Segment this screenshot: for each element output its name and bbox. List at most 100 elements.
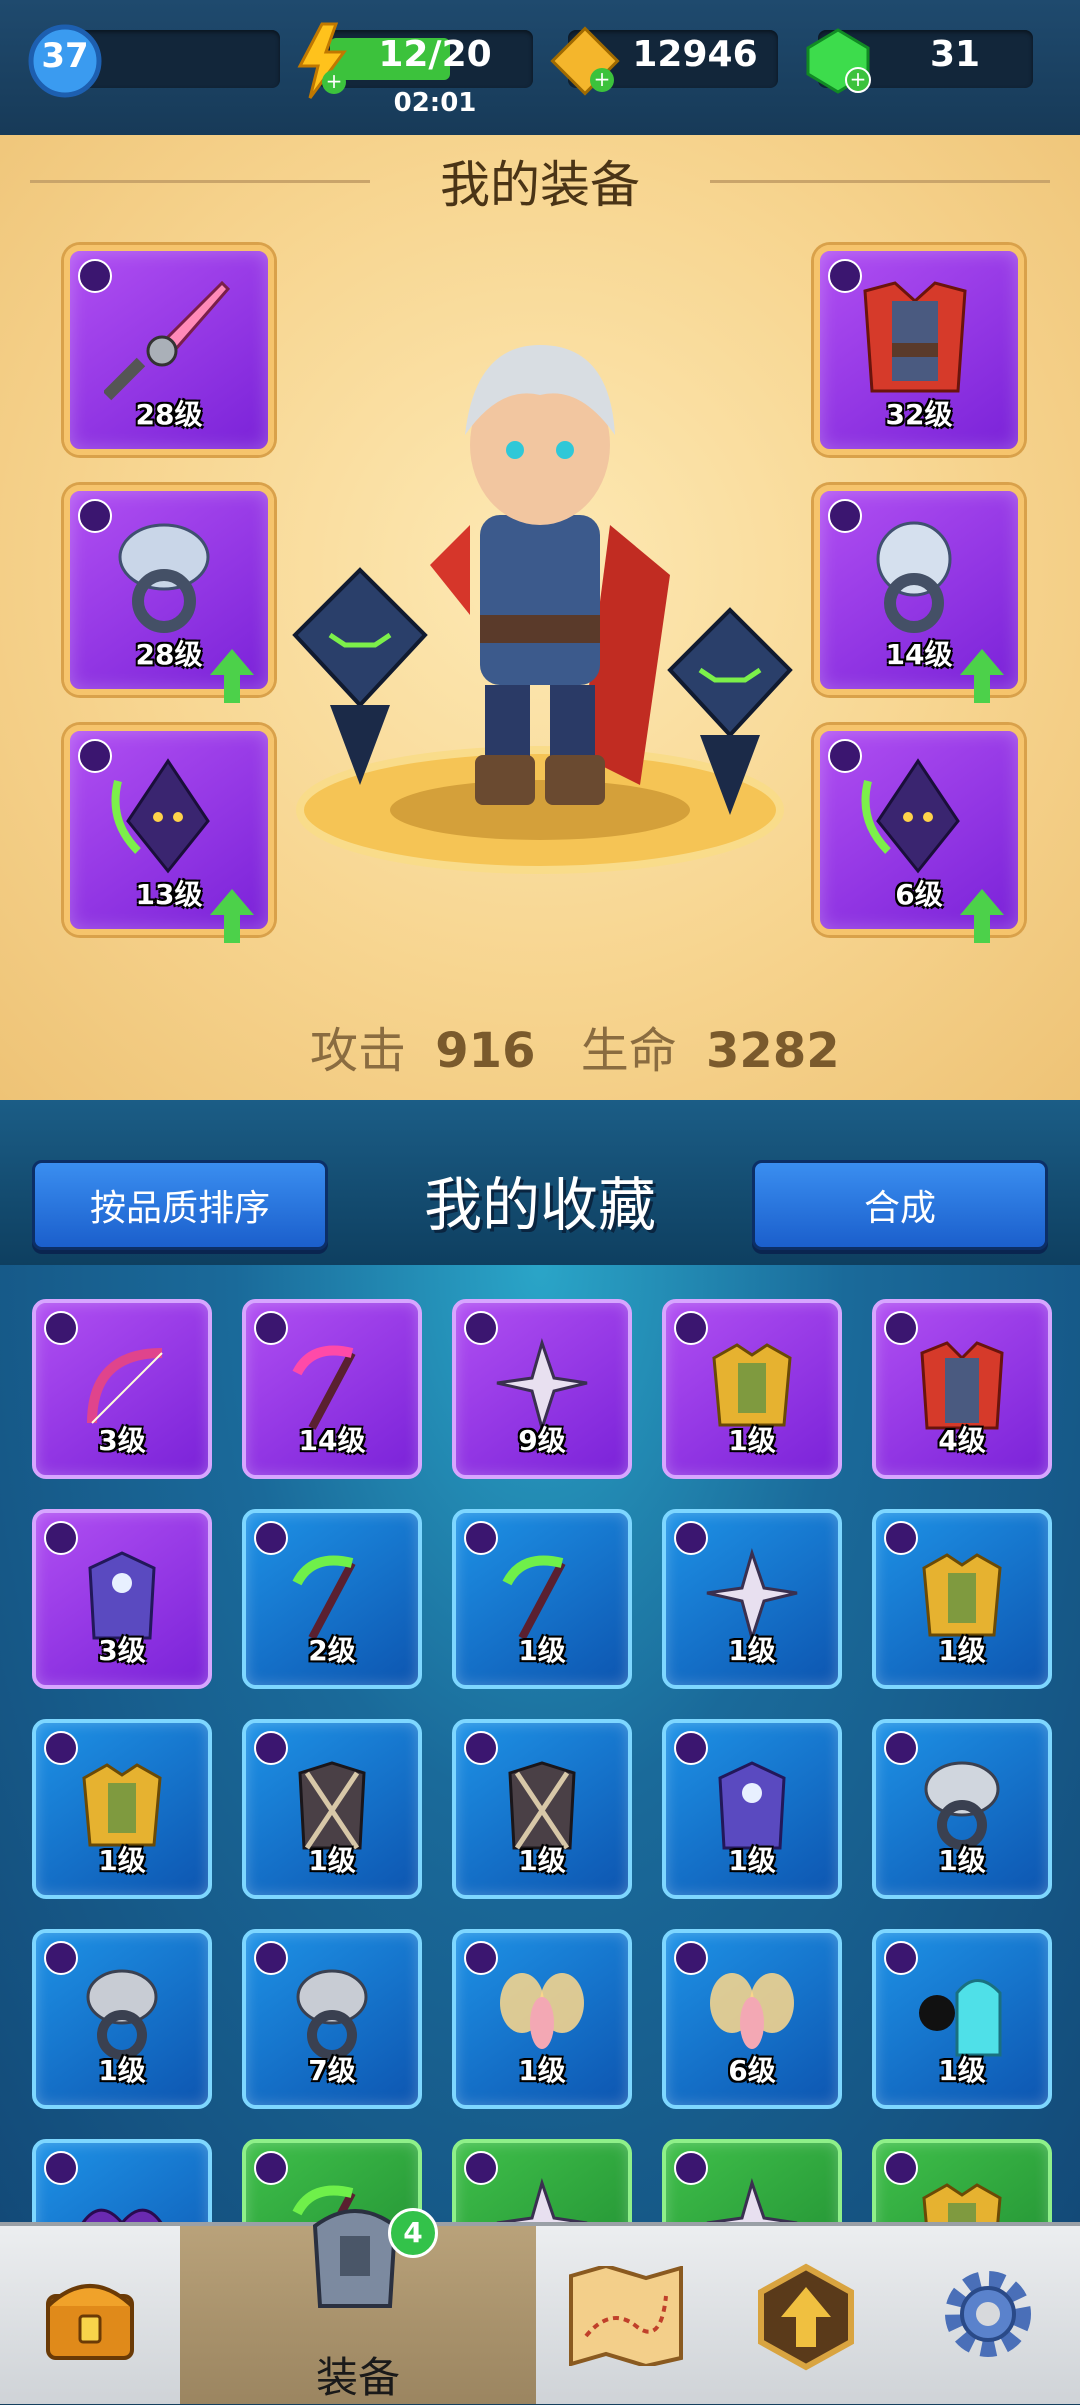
gold-armor-icon [922, 1553, 1002, 1637]
gold-coin-icon[interactable]: + [550, 26, 620, 96]
top-resource-bar: 37 + 12/20 02:01 + 12946 + 31 [0, 0, 1080, 135]
shuriken-icon [706, 1547, 798, 1643]
nav-map[interactable] [536, 2226, 719, 2404]
collection-card[interactable]: 1级 [662, 1509, 842, 1689]
collection-card[interactable]: 14级 [242, 1299, 422, 1479]
collection-card[interactable] [452, 2139, 632, 2225]
equip-slot-armor[interactable]: 32级 [814, 245, 1024, 455]
equip-slot-pet-2[interactable]: 6级 [814, 725, 1024, 943]
bow-icon [87, 1348, 163, 1424]
card-level: 3级 [98, 1634, 146, 1667]
scythe-icon [292, 1345, 356, 1430]
collection-card[interactable]: 7级 [242, 1929, 422, 2109]
collection-card[interactable]: 1级 [32, 1719, 212, 1899]
card-level: 1级 [728, 1634, 776, 1667]
card-level: 1级 [518, 1634, 566, 1667]
sort-by-quality-button[interactable]: 按品质排序 [32, 1160, 328, 1250]
card-level: 1级 [98, 2054, 146, 2087]
leather-vest-icon [298, 1761, 366, 1850]
gem-icon[interactable]: + [802, 26, 874, 96]
bottom-nav: 4 装备 [0, 2208, 1080, 2404]
card-level: 1级 [308, 1844, 356, 1877]
equipment-panel: 我的装备 28级 28级 13级 32级 14级 6级 攻击 916 生命 32… [0, 135, 1080, 1100]
fairy-pet-icon [500, 1973, 584, 2049]
collection-card[interactable]: 1级 [452, 1509, 632, 1689]
svg-text:+: + [326, 69, 343, 93]
collection-card[interactable]: 3级 [32, 1299, 212, 1479]
card-level: 3级 [98, 1424, 146, 1457]
merge-button[interactable]: 合成 [752, 1160, 1048, 1250]
collection-card[interactable] [32, 2139, 212, 2225]
attack-value: 916 [435, 1023, 536, 1079]
upgrade-icon [758, 2263, 854, 2371]
collection-grid: 3级 14级 9级 1级 4级 3级 2级 1级 1级 1级 1级 1级 1级 1级 1级 1级 7级 1级 6级 1… [0, 1265, 1080, 2225]
equip-slot-weapon[interactable]: 28级 [64, 245, 274, 455]
collection-title: 我的收藏 [423, 1171, 656, 1239]
map-icon [569, 2266, 683, 2366]
slot-level: 32级 [885, 398, 953, 431]
red-cape-armor-icon [863, 281, 967, 393]
nav-chest[interactable] [0, 2226, 183, 2404]
energy-bolt-icon[interactable]: + [292, 22, 352, 100]
energy-count: 12/20 [378, 34, 492, 75]
leather-vest-icon [508, 1761, 576, 1850]
red-cape-armor-icon [920, 1341, 1004, 1430]
collection-card[interactable]: 1级 [872, 1929, 1052, 2109]
card-level: 1级 [518, 1844, 566, 1877]
card-level: 1级 [728, 1844, 776, 1877]
mage-robe-icon [88, 1551, 156, 1640]
nav-settings[interactable] [896, 2226, 1080, 2404]
sword-icon [104, 280, 231, 401]
svg-text:+: + [594, 67, 611, 91]
collection-card[interactable]: 3级 [32, 1509, 212, 1689]
title-divider-left [30, 180, 370, 183]
collection-card[interactable]: 1级 [662, 1719, 842, 1899]
upgrade-arrow-icon [960, 649, 1004, 703]
equipment-title: 我的装备 [440, 156, 640, 214]
collection-card[interactable]: 1级 [452, 1929, 632, 2109]
collection-card[interactable]: 1级 [662, 1299, 842, 1479]
card-level: 1级 [518, 2054, 566, 2087]
nav-equipment-label: 装备 [315, 2353, 400, 2402]
eagle-ring-icon [296, 1969, 368, 2060]
wolf-ring-icon [924, 1761, 1000, 1850]
equip-slot-ring-2[interactable]: 14级 [814, 485, 1024, 703]
collection-card[interactable]: 6级 [662, 1929, 842, 2109]
collection-card[interactable]: 1级 [32, 1929, 212, 2109]
collection-card[interactable] [662, 2139, 842, 2225]
attack-label: 攻击 [310, 1023, 407, 1079]
equip-slot-ring[interactable]: 28级 [64, 485, 274, 703]
nav-upgrade[interactable] [716, 2226, 899, 2404]
slot-level: 28级 [135, 398, 203, 431]
collection-card[interactable]: 1级 [872, 1719, 1052, 1899]
shuriken-icon [496, 1337, 588, 1433]
collection-card[interactable]: 1级 [872, 1509, 1052, 1689]
card-level: 6级 [728, 2054, 776, 2087]
card-level: 4级 [938, 1424, 986, 1457]
title-divider-right [710, 180, 1050, 183]
gold-armor-icon [82, 1763, 162, 1847]
green-scythe-icon [502, 1555, 566, 1640]
reaper-pet-icon [861, 758, 960, 874]
player-level-badge[interactable]: 37 [26, 22, 104, 100]
card-level: 1级 [98, 1844, 146, 1877]
collection-card[interactable] [872, 2139, 1052, 2225]
collection-card[interactable]: 1级 [452, 1719, 632, 1899]
energy-timer: 02:01 [393, 88, 477, 118]
collection-card[interactable]: 9级 [452, 1299, 632, 1479]
gold-amount: 12946 [632, 34, 758, 75]
equip-slot-pet[interactable]: 13级 [64, 725, 274, 943]
stats-line: 攻击 916 生命 3282 [310, 1011, 840, 1081]
nav-equipment[interactable]: 4 装备 [180, 2208, 539, 2404]
collection-card[interactable]: 4级 [872, 1299, 1052, 1479]
mage-robe-icon [718, 1761, 786, 1850]
upgrade-arrow-icon [210, 889, 254, 943]
collection-card[interactable]: 2级 [242, 1509, 422, 1689]
reaper-pet-icon [111, 758, 210, 874]
collection-header: 按品质排序 我的收藏 合成 [0, 1100, 1080, 1265]
nav-badge: 4 [388, 2208, 438, 2258]
upgrade-arrow-icon [960, 889, 1004, 943]
collection-card[interactable]: 1级 [242, 1719, 422, 1899]
gem-amount: 31 [929, 34, 981, 75]
fairy-pet-icon [710, 1973, 794, 2049]
